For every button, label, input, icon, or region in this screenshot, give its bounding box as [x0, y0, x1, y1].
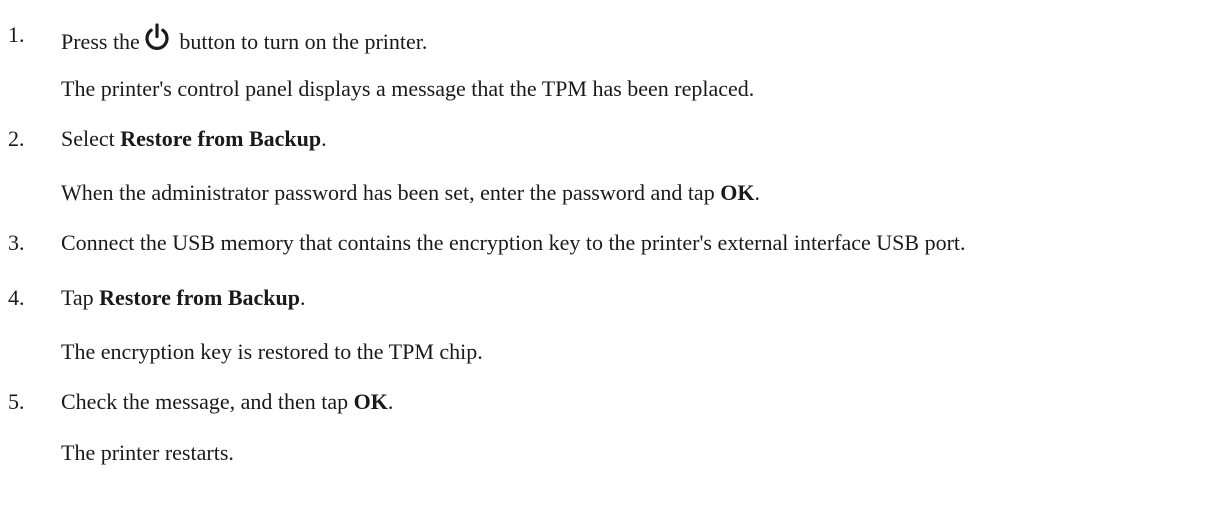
step-result: The encryption key is restored to the TP… [61, 339, 483, 364]
step-instruction: Tap Restore from Backup. [61, 285, 306, 311]
step-result: When the administrator password has been… [61, 180, 760, 206]
instruction-text-end: . [321, 126, 327, 151]
button-label: Restore from Backup [99, 285, 301, 310]
menu-option-label: Restore from Backup [120, 126, 322, 151]
result-text-end: . [754, 180, 760, 205]
step-instruction: Connect the USB memory that contains the… [61, 230, 966, 255]
ok-label: OK [720, 180, 755, 205]
instruction-text-start: Check the message, and then tap [61, 389, 354, 414]
step-2: 2. Select Restore from Backup. When the … [0, 126, 1213, 205]
step-number: 2. [8, 126, 25, 151]
instruction-text-end: button to turn on the printer. [173, 29, 428, 54]
instruction-text-start: Select [61, 126, 121, 151]
step-result: The printer's control panel displays a m… [61, 76, 755, 101]
step-1: 1. Press the button to turn on the print… [0, 22, 1213, 101]
step-4: 4. Tap Restore from Backup. The encrypti… [0, 285, 1213, 364]
instruction-document: 1. Press the button to turn on the print… [0, 0, 1213, 508]
step-number: 5. [8, 389, 25, 414]
step-5: 5. Check the message, and then tap OK. T… [0, 389, 1213, 465]
result-text-start: When the administrator password has been… [61, 180, 721, 205]
step-instruction: Press the button to turn on the printer. [61, 22, 427, 55]
step-3: 3. Connect the USB memory that contains … [0, 230, 1213, 260]
step-number: 4. [8, 285, 25, 310]
ok-label: OK [353, 389, 388, 414]
instruction-text-end: . [387, 389, 394, 414]
step-instruction: Select Restore from Backup. [61, 126, 327, 152]
instruction-text-start: Press the [61, 29, 140, 54]
step-result: The printer restarts. [61, 440, 234, 465]
instruction-text-end: . [300, 285, 306, 310]
step-number: 3. [8, 230, 25, 255]
step-instruction: Check the message, and then tap OK. [61, 389, 393, 415]
instruction-text-start: Tap [61, 285, 100, 310]
step-number: 1. [8, 22, 25, 47]
power-icon [145, 23, 169, 50]
